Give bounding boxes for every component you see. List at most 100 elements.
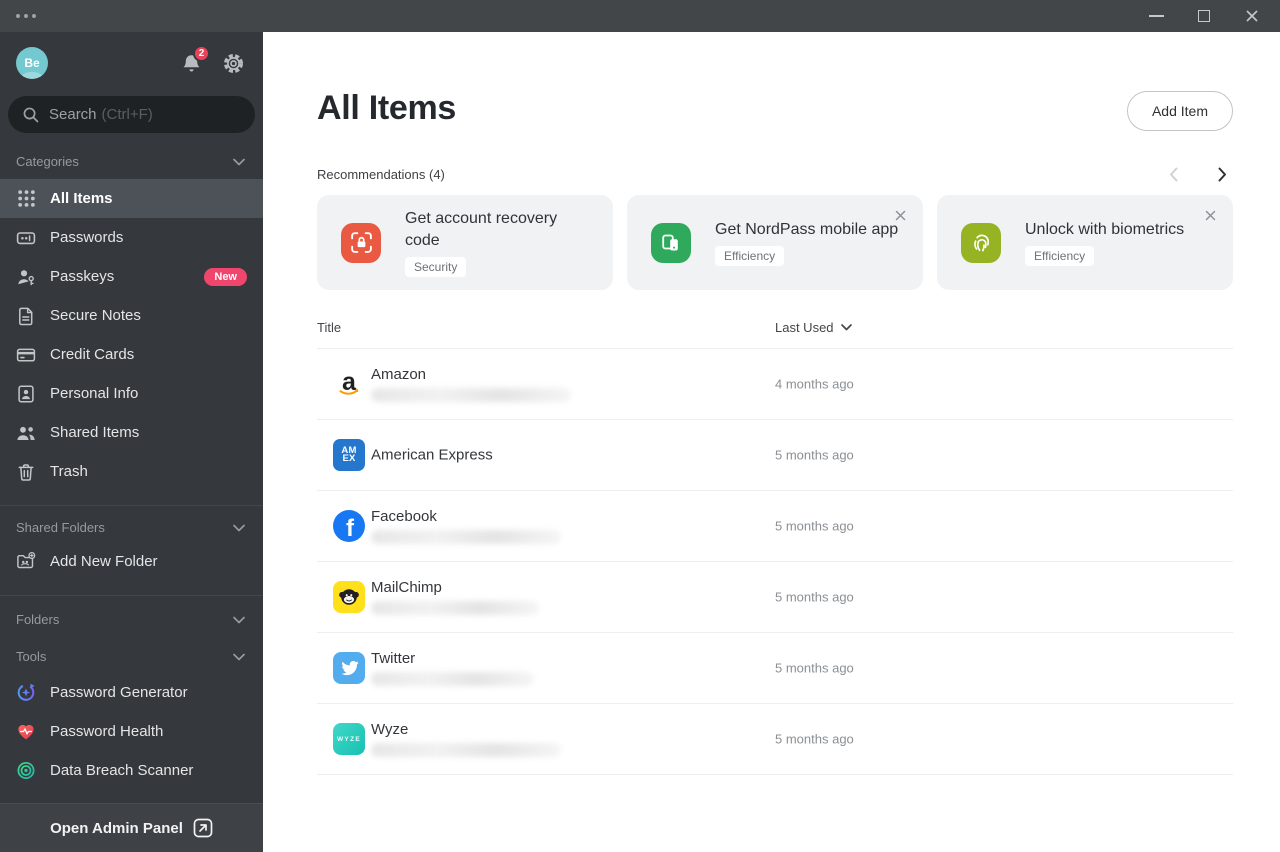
sidebar: Be 2 Search (Ctrl+F) Categories All Item…: [0, 32, 263, 852]
sidebar-item-personal-info[interactable]: Personal Info: [0, 374, 263, 413]
search-placeholder: Search: [49, 106, 97, 123]
last-used-value: 5 months ago: [775, 589, 854, 605]
table-row-amazon[interactable]: a Amazon 4 months ago: [317, 349, 1233, 420]
trash-icon: [16, 462, 36, 482]
last-used-value: 5 months ago: [775, 731, 854, 747]
grid-icon: [16, 189, 36, 209]
mailchimp-logo: [333, 581, 365, 613]
facebook-logo: f: [333, 510, 365, 542]
twitter-logo: [333, 652, 365, 684]
card-tag: Efficiency: [715, 246, 785, 266]
sidebar-item-password-generator[interactable]: Password Generator: [0, 673, 263, 712]
sidebar-item-passwords[interactable]: Passwords: [0, 218, 263, 257]
search-shortcut-hint: (Ctrl+F): [101, 106, 153, 123]
sidebar-divider: [0, 595, 263, 596]
card-tag: Security: [405, 257, 467, 277]
add-new-folder-button[interactable]: Add New Folder: [0, 542, 263, 581]
table-row-wyze[interactable]: WYZE Wyze 5 months ago: [317, 704, 1233, 775]
sidebar-item-trash[interactable]: Trash: [0, 452, 263, 491]
sidebar-item-password-health[interactable]: Password Health: [0, 712, 263, 751]
amazon-logo: a: [333, 368, 365, 400]
categories-section-header[interactable]: Categories: [0, 154, 263, 169]
recommendation-cards: Get account recovery code Security Get N…: [317, 195, 1233, 290]
avatar[interactable]: Be: [16, 47, 48, 79]
add-item-button[interactable]: Add Item: [1126, 91, 1233, 131]
masked-username: [371, 743, 561, 757]
search-input[interactable]: Search (Ctrl+F): [8, 96, 255, 133]
last-used-value: 5 months ago: [775, 518, 854, 534]
password-generator-icon: [16, 683, 36, 703]
sidebar-item-credit-cards[interactable]: Credit Cards: [0, 335, 263, 374]
column-title: Title: [317, 320, 342, 335]
item-title: MailChimp: [371, 579, 442, 596]
password-health-icon: [16, 722, 36, 742]
card-close-icon[interactable]: [890, 205, 910, 225]
settings-gear-icon[interactable]: [222, 52, 245, 75]
recommendation-card-get-nordpass-mobile-app[interactable]: Get NordPass mobile app Efficiency: [627, 195, 923, 290]
minimize-icon[interactable]: [1132, 0, 1180, 32]
card-title: Get NordPass mobile app: [715, 221, 899, 238]
table-row-facebook[interactable]: f Facebook 5 months ago: [317, 491, 1233, 562]
item-title: Facebook: [371, 508, 437, 525]
profile-row: Be 2: [0, 32, 263, 79]
recommendation-card-unlock-with-biometrics[interactable]: Unlock with biometrics Efficiency: [937, 195, 1233, 290]
chevron-down-icon: [233, 612, 245, 627]
last-used-value: 4 months ago: [775, 376, 854, 392]
notifications-bell-icon[interactable]: 2: [181, 44, 210, 74]
sidebar-item-passkeys[interactable]: Passkeys New: [0, 257, 263, 296]
card-close-icon[interactable]: [1200, 205, 1220, 225]
secure-note-icon: [16, 306, 36, 326]
open-admin-panel-button[interactable]: Open Admin Panel: [0, 803, 263, 852]
shared-items-icon: [16, 423, 36, 443]
tools-section-header[interactable]: Tools: [0, 649, 263, 664]
credit-card-icon: [16, 345, 36, 365]
maximize-icon[interactable]: [1180, 0, 1228, 32]
item-title: American Express: [371, 446, 493, 464]
column-last-used-sort[interactable]: Last Used: [775, 320, 852, 335]
amex-logo: AM EX: [333, 439, 365, 471]
masked-username: [371, 672, 534, 686]
carousel-next-icon[interactable]: [1218, 167, 1227, 182]
titlebar: [0, 0, 1280, 32]
card-title: Unlock with biometrics: [1025, 221, 1185, 238]
mobile-app-icon: [651, 222, 691, 263]
tools-list: Password Generator Password Health Data …: [0, 673, 263, 790]
sidebar-item-data-breach-scanner[interactable]: Data Breach Scanner: [0, 751, 263, 790]
folders-section-header[interactable]: Folders: [0, 612, 263, 627]
sidebar-item-secure-notes[interactable]: Secure Notes: [0, 296, 263, 335]
close-icon[interactable]: [1228, 0, 1276, 32]
card-tag: Efficiency: [1025, 246, 1095, 266]
personal-info-icon: [16, 384, 36, 404]
table-row-american-express[interactable]: AM EX American Express 5 months ago: [317, 420, 1233, 491]
passwords-icon: [16, 228, 36, 248]
shared-folders-section-header[interactable]: Shared Folders: [0, 520, 263, 535]
masked-username: [371, 388, 571, 402]
recommendation-card-get-account-recovery-code[interactable]: Get account recovery code Security: [317, 195, 613, 290]
sidebar-item-all-items[interactable]: All Items: [0, 179, 263, 218]
items-list: a Amazon 4 months ago AM EX American Expr…: [317, 349, 1233, 775]
masked-username: [371, 601, 539, 615]
sidebar-item-shared-items[interactable]: Shared Items: [0, 413, 263, 452]
table-row-twitter[interactable]: Twitter 5 months ago: [317, 633, 1233, 704]
search-icon: [22, 106, 49, 123]
carousel-prev-icon[interactable]: [1169, 167, 1178, 182]
table-header: Title Last Used: [317, 320, 1233, 349]
wyze-logo: WYZE: [333, 723, 365, 755]
last-used-value: 5 months ago: [775, 447, 854, 463]
sort-chevron-down-icon: [840, 324, 852, 331]
data-breach-scanner-icon: [16, 761, 36, 781]
card-title: Get account recovery code: [405, 210, 558, 249]
page-title: All Items: [317, 89, 457, 127]
external-link-icon: [193, 818, 213, 838]
recommendations-label: Recommendations (4): [317, 167, 445, 182]
table-row-mailchimp[interactable]: MailChimp 5 months ago: [317, 562, 1233, 633]
categories-list: All Items Passwords Passkeys New Secure …: [0, 179, 263, 491]
chevron-down-icon: [233, 154, 245, 169]
sidebar-divider: [0, 505, 263, 506]
app-menu-icon[interactable]: [16, 14, 36, 18]
chevron-down-icon: [233, 649, 245, 664]
item-title: Wyze: [371, 721, 409, 738]
main-content: All Items Add Item Recommendations (4) G…: [263, 32, 1280, 852]
last-used-value: 5 months ago: [775, 660, 854, 676]
notification-badge: 2: [193, 44, 210, 62]
